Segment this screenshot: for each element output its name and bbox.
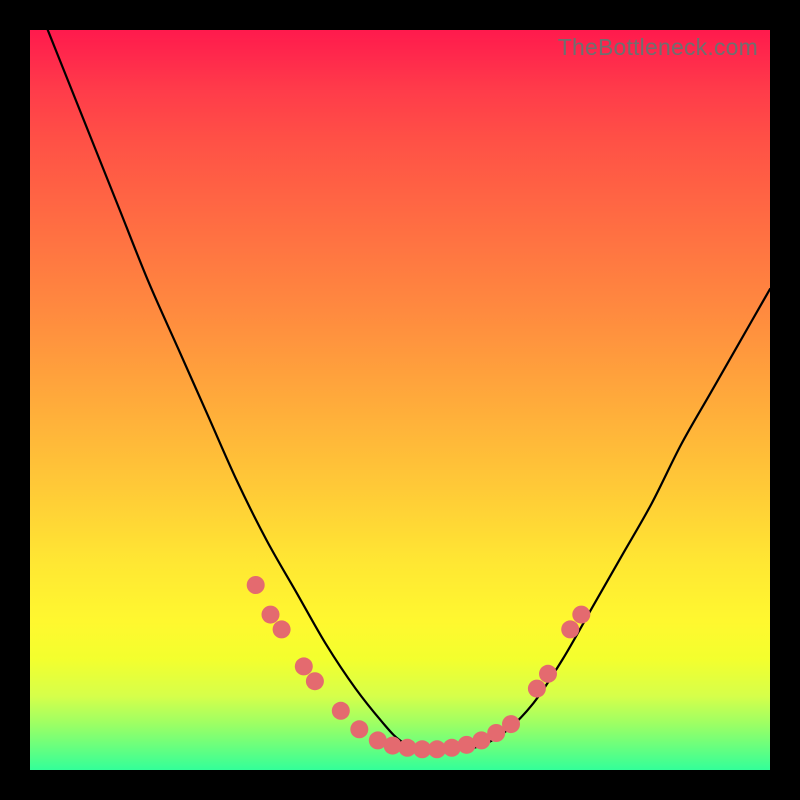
data-marker [273, 620, 291, 638]
chart-svg [30, 30, 770, 770]
data-marker [295, 657, 313, 675]
data-marker [247, 576, 265, 594]
data-marker [572, 606, 590, 624]
chart-plot-area: TheBottleneck.com [30, 30, 770, 770]
data-marker [306, 672, 324, 690]
data-marker [443, 739, 461, 757]
data-marker [561, 620, 579, 638]
data-marker [539, 665, 557, 683]
data-marker [262, 606, 280, 624]
bottleneck-curve [30, 30, 770, 749]
data-marker [350, 720, 368, 738]
marker-group [247, 576, 591, 758]
data-marker [332, 702, 350, 720]
data-marker [528, 680, 546, 698]
data-marker [502, 715, 520, 733]
